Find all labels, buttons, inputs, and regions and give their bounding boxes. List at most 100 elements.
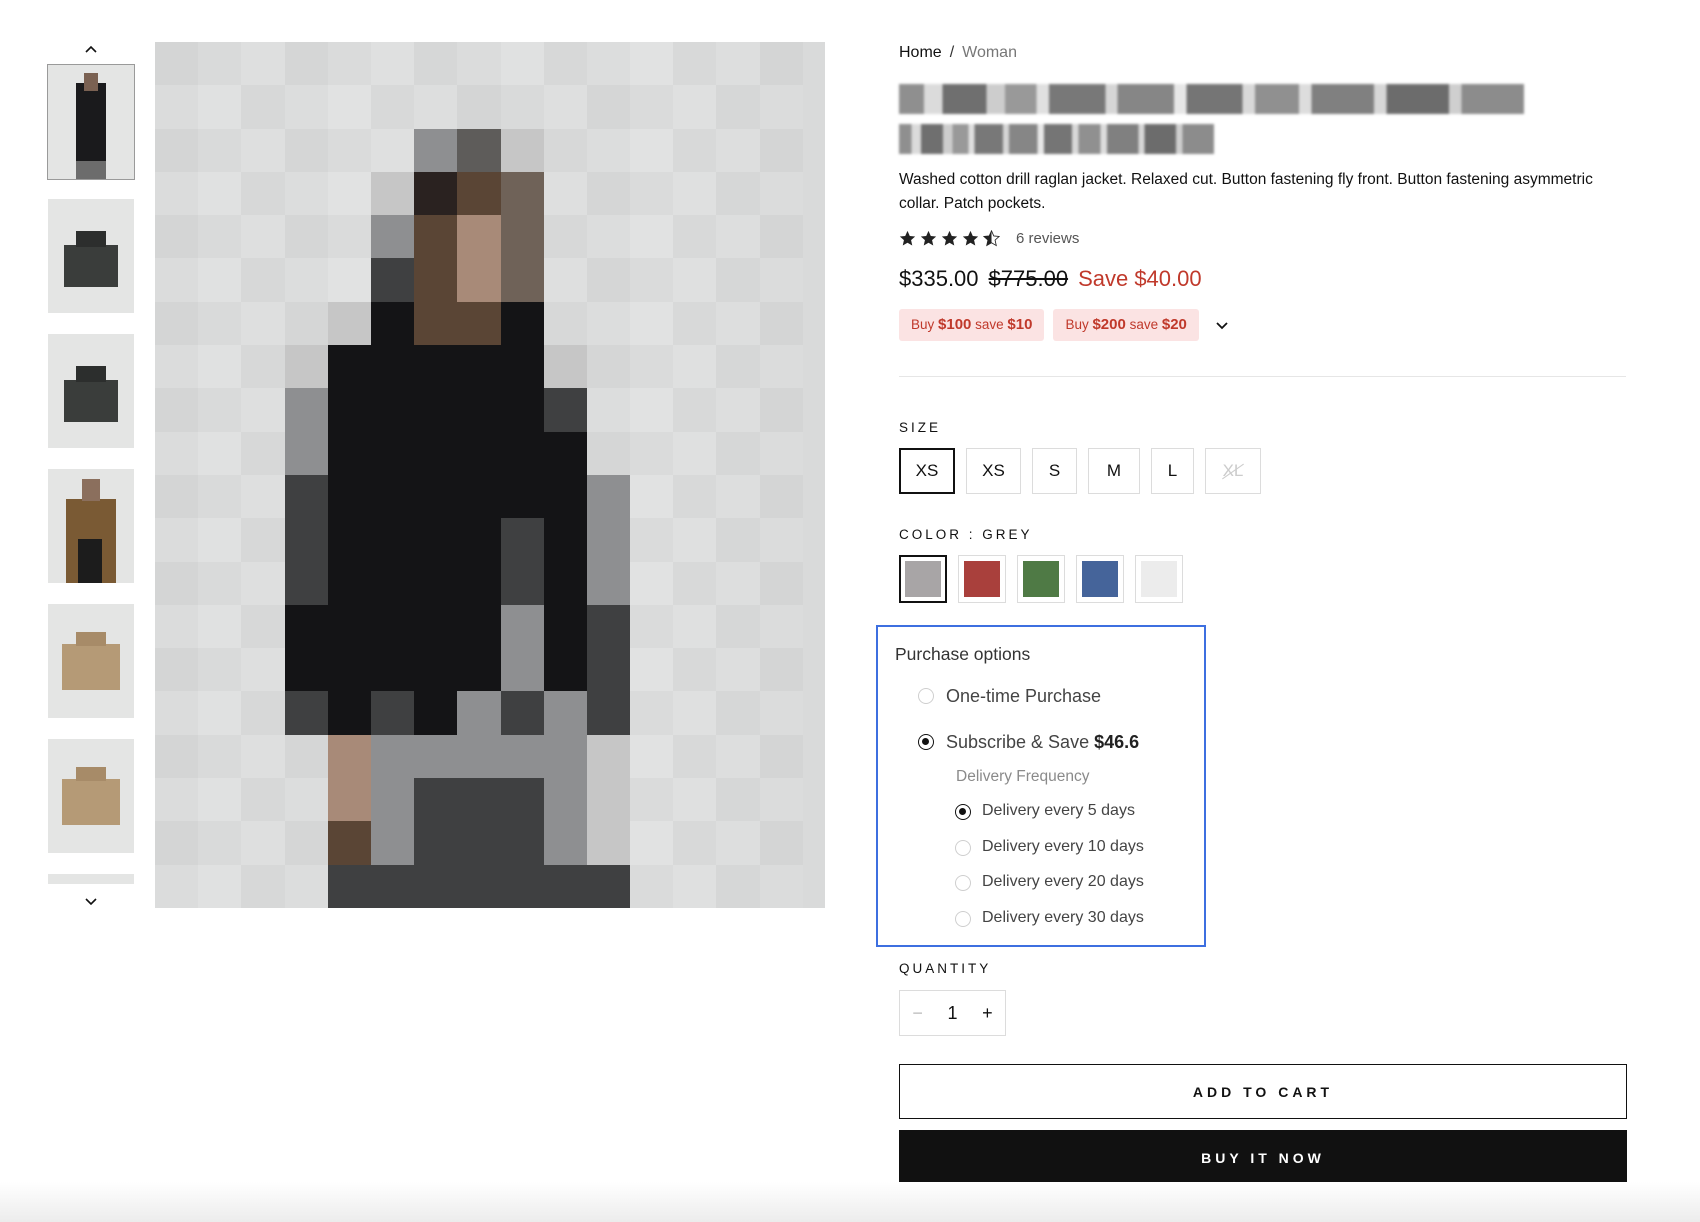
photo-pixel [457, 301, 501, 346]
photo-pixel [500, 42, 544, 86]
promo-amount: $100 [938, 316, 972, 333]
frequency-30-days-radio[interactable] [955, 911, 971, 927]
one-time-purchase-radio[interactable] [918, 688, 934, 704]
photo-pixel [414, 431, 458, 475]
photo-pixel [155, 215, 199, 259]
one-time-purchase-label[interactable]: One-time Purchase [946, 686, 1101, 707]
photo-pixel [586, 345, 631, 389]
size-option-xs-1[interactable]: XS [899, 448, 955, 494]
thumbnails-down-arrow[interactable] [48, 889, 134, 913]
promo-badge-1[interactable]: Buy $100 save $10 [899, 309, 1045, 341]
promo-amount: $200 [1092, 316, 1126, 333]
color-swatch-white[interactable] [1135, 555, 1183, 603]
photo-pixel [500, 85, 544, 129]
photo-pixel [198, 258, 242, 302]
photo-pixel [500, 778, 544, 822]
photo-pixel [155, 864, 199, 908]
breadcrumb-current[interactable]: Woman [962, 44, 1017, 61]
frequency-10-days-radio[interactable] [955, 840, 971, 856]
photo-pixel [500, 301, 544, 346]
size-option-xs-2[interactable]: XS [966, 448, 1021, 494]
photo-pixel [586, 42, 631, 86]
thumbnail-3[interactable] [48, 334, 134, 448]
photo-pixel [155, 85, 199, 129]
photo-pixel [630, 691, 674, 735]
reviews-count[interactable]: 6 reviews [1016, 230, 1079, 247]
chevron-down-icon[interactable] [1214, 317, 1230, 333]
thumbnail-7[interactable] [48, 874, 134, 884]
breadcrumb-home[interactable]: Home [899, 44, 942, 61]
buy-it-now-button[interactable]: BUY IT NOW [899, 1130, 1627, 1185]
photo-pixel [155, 301, 199, 346]
frequency-20-days-label[interactable]: Delivery every 20 days [982, 873, 1144, 891]
photo-pixel [716, 821, 760, 865]
photo-pixel [759, 734, 803, 779]
frequency-30-days-label[interactable]: Delivery every 30 days [982, 909, 1144, 927]
photo-pixel [630, 128, 674, 172]
photo-pixel [716, 215, 760, 259]
quantity-decrease-button[interactable]: − [912, 1003, 923, 1024]
thumbnail-5[interactable] [48, 604, 134, 718]
photo-pixel [673, 85, 717, 129]
photo-pixel [414, 215, 458, 259]
photo-pixel [198, 42, 242, 86]
photo-pixel [155, 734, 199, 779]
color-swatch-green[interactable] [1017, 555, 1065, 603]
photo-pixel [543, 388, 587, 432]
photo-pixel [543, 691, 587, 735]
size-option-xl-soldout[interactable]: XL [1205, 448, 1261, 494]
photo-pixel [457, 42, 501, 86]
chevron-up-icon [85, 45, 97, 53]
photo-pixel [457, 691, 501, 735]
size-option-s[interactable]: S [1032, 448, 1077, 494]
quantity-value[interactable]: 1 [947, 1003, 957, 1024]
frequency-5-days-radio[interactable] [955, 804, 971, 820]
photo-pixel [630, 734, 674, 779]
color-selector [899, 555, 1183, 603]
thumbnails-up-arrow[interactable] [48, 38, 134, 62]
rating[interactable]: 6 reviews [899, 230, 1079, 247]
thumbnail-2[interactable] [48, 199, 134, 313]
photo-pixel [630, 301, 674, 346]
thumbnail-1[interactable] [47, 64, 135, 180]
photo-pixel [284, 345, 328, 389]
photo-pixel [155, 474, 199, 519]
photo-pixel [543, 821, 587, 865]
color-swatch-blue[interactable] [1076, 555, 1124, 603]
photo-pixel [759, 431, 803, 475]
photo-pixel [673, 474, 717, 519]
frequency-20-days-radio[interactable] [955, 875, 971, 891]
frequency-10-days-label[interactable]: Delivery every 10 days [982, 838, 1144, 856]
photo-pixel [327, 301, 371, 346]
subscribe-save-label[interactable]: Subscribe & Save $46.6 [946, 732, 1139, 753]
photo-pixel [414, 258, 458, 302]
photo-pixel [543, 734, 587, 779]
photo-pixel [198, 128, 242, 172]
main-product-image[interactable] [155, 42, 825, 908]
photo-pixel [630, 388, 674, 432]
photo-pixel [155, 648, 199, 692]
size-option-l[interactable]: L [1151, 448, 1194, 494]
photo-pixel [586, 778, 631, 822]
photo-pixel [543, 42, 587, 86]
photo-pixel [716, 388, 760, 432]
quantity-increase-button[interactable]: + [982, 1003, 993, 1024]
color-swatch-grey[interactable] [899, 555, 947, 603]
photo-pixel [284, 648, 328, 692]
photo-pixel [198, 604, 242, 649]
photo-pixel [630, 42, 674, 86]
subscribe-save-radio[interactable] [918, 734, 934, 750]
photo-pixel [673, 215, 717, 259]
photo-pixel [198, 171, 242, 216]
color-swatch-red[interactable] [958, 555, 1006, 603]
promo-badge-2[interactable]: Buy $200 save $20 [1053, 309, 1199, 341]
photo-pixel [630, 215, 674, 259]
frequency-5-days-label[interactable]: Delivery every 5 days [982, 802, 1135, 820]
add-to-cart-button[interactable]: ADD TO CART [899, 1064, 1627, 1119]
photo-pixel [370, 42, 415, 86]
thumbnail-4[interactable] [48, 469, 134, 583]
thumbnail-6[interactable] [48, 739, 134, 853]
photo-pixel [370, 604, 415, 649]
photo-pixel [241, 691, 285, 735]
size-option-m[interactable]: M [1088, 448, 1140, 494]
